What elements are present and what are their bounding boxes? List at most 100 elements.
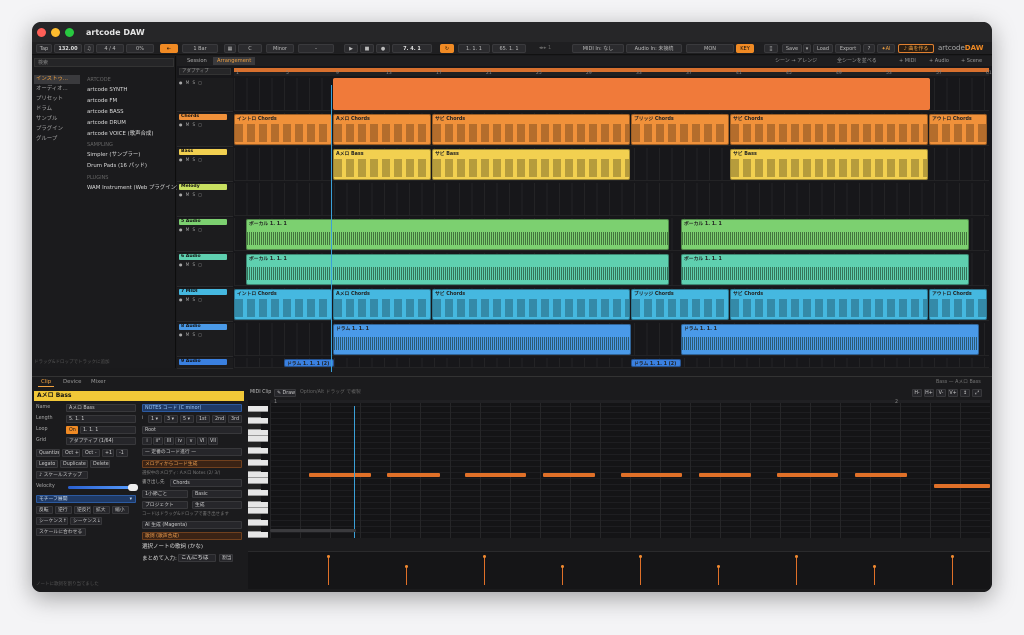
ai-generate-select[interactable]: AI 生成 (Magenta) (142, 521, 242, 529)
browser-item[interactable]: artcode VOICE (歌声合成) (87, 129, 153, 139)
piano-roll[interactable]: 1 2 (248, 400, 990, 538)
bpm-field[interactable]: 132.00 (54, 44, 82, 53)
key-root-select[interactable]: C (238, 44, 262, 53)
duplicate-button[interactable]: Duplicate (60, 460, 88, 468)
loop-icon[interactable]: ↻ (440, 44, 454, 53)
arrangement-clip[interactable]: ドラム 1. 1. 1 (2) (284, 359, 334, 367)
track-controls[interactable]: ● M S ▢ (179, 227, 203, 232)
track-lane[interactable]: ドラム 1. 1. 1 (2) ドラム 1. 1. 1 (2) (234, 358, 989, 368)
scale-snap-button[interactable]: ♪ スケールスナップ (36, 471, 88, 479)
midi-in-select[interactable]: MIDI In: なし (572, 44, 624, 53)
time-signature[interactable]: 4 / 4 (96, 44, 124, 53)
plus1-button[interactable]: +1 (102, 449, 114, 457)
midi-note[interactable] (387, 473, 440, 477)
zoom-button[interactable]: V- (936, 389, 946, 397)
arrangement-clip[interactable]: イントロ Chords (234, 114, 332, 145)
track-name[interactable]: 8 Audio (179, 324, 227, 330)
degree-3-select[interactable]: 3 ▾ (164, 415, 178, 423)
inversion-2nd-button[interactable]: 2nd (212, 415, 226, 423)
chord-degree-button[interactable]: v (186, 437, 196, 445)
track-header[interactable]: ● M S ▢ (177, 78, 233, 112)
track-lane[interactable]: Aメロ Bass サビ Bass サビ Bass (234, 148, 989, 181)
zoom-button[interactable]: H- (912, 389, 922, 397)
track-header[interactable]: Chords ● M S ▢ (177, 113, 233, 147)
midi-note[interactable] (934, 484, 990, 488)
browser-category[interactable]: プラグイン (34, 125, 80, 134)
add-scene-button[interactable]: + Scene (961, 57, 982, 65)
sequence-down-button[interactable]: シーケンス↓ (70, 517, 102, 525)
browser-item[interactable]: artcode BASS (87, 107, 124, 117)
track-controls[interactable]: ● M S ▢ (179, 122, 203, 127)
browser-item[interactable]: artcode FM (87, 96, 117, 106)
track-name[interactable]: 9 Audio (179, 359, 227, 365)
lyrics-apply-button[interactable]: 割当 (219, 554, 233, 562)
roll-scrollbar[interactable] (270, 529, 356, 532)
track-name[interactable]: Bass (179, 149, 227, 155)
track-name[interactable]: Chords (179, 114, 227, 120)
zoom-button[interactable]: ↕ (960, 389, 970, 397)
browser-category[interactable]: インストゥ... (34, 75, 80, 84)
delete-button[interactable]: Delete (90, 460, 110, 468)
follow-icon[interactable]: ⇤ (160, 44, 178, 53)
track-header[interactable]: 7 MIDI ● M S ▢ (177, 288, 233, 322)
velocity-bar[interactable] (717, 565, 720, 585)
chord-degree-button[interactable]: i (142, 437, 152, 445)
track-name[interactable]: 5 Audio (179, 219, 227, 225)
tab-session[interactable]: Session (183, 57, 211, 65)
key-button[interactable]: KEY (736, 44, 754, 53)
track-name[interactable]: Melody (179, 184, 227, 190)
arrangement-clip[interactable]: サビ Bass (730, 149, 928, 180)
piano-key[interactable] (248, 532, 268, 538)
note-grid[interactable] (270, 400, 990, 538)
inversion-3rd-button[interactable]: 3rd (228, 415, 242, 423)
tab-device[interactable]: Device (60, 378, 84, 387)
arrangement-clip[interactable]: ボーカル 1. 1. 1 (246, 219, 669, 250)
velocity-bar[interactable] (795, 555, 798, 585)
load-button[interactable]: Load (813, 44, 833, 53)
midi-note[interactable] (855, 473, 907, 477)
mixer-icon[interactable]: ⣿ (764, 44, 778, 53)
save-button[interactable]: Save (782, 44, 802, 53)
project-select[interactable]: プロジェクト (142, 501, 188, 509)
arrangement-clip[interactable] (333, 78, 930, 110)
destination-select[interactable]: Chords (170, 479, 242, 487)
motif-transform-button[interactable]: 逆反行 (74, 506, 91, 514)
grid-select[interactable]: アダプティブ (1/64) (66, 437, 136, 445)
browser-item[interactable]: Simpler (サンプラー) (87, 150, 140, 160)
record-icon[interactable]: ● (376, 44, 390, 53)
monitor-button[interactable]: MON (686, 44, 734, 53)
arrangement-clip[interactable]: サビ Chords (730, 114, 928, 145)
velocity-slider-thumb[interactable] (128, 484, 138, 491)
nudge-icon[interactable]: ◂▸▸ 1 (530, 44, 560, 53)
preset-select[interactable]: – (298, 44, 334, 53)
tab-mixer[interactable]: Mixer (88, 378, 109, 387)
oct-down-button[interactable]: Oct - (82, 449, 100, 457)
arrangement-clip[interactable]: サビ Chords (730, 289, 928, 320)
track-controls[interactable]: ● M S ▢ (179, 332, 203, 337)
loop-region[interactable] (234, 68, 989, 72)
minimize-window-button[interactable] (51, 27, 60, 37)
timeline-ruler[interactable]: 1 5 9 13 17 21 25 29 33 37 41 45 49 53 57 61 (234, 68, 992, 76)
progression-select[interactable]: — 定番のコード進行 — (142, 448, 242, 456)
arrangement-clip[interactable]: Aメロ Bass (333, 149, 431, 180)
track-lane[interactable]: ボーカル 1. 1. 1 ボーカル 1. 1. 1 (234, 253, 989, 286)
oct-up-button[interactable]: Oct + (62, 449, 80, 457)
midi-note[interactable] (465, 473, 526, 477)
track-controls[interactable]: ● M S ▢ (179, 297, 203, 302)
zoom-button[interactable]: V+ (948, 389, 958, 397)
arrangement-clip[interactable]: ボーカル 1. 1. 1 (681, 219, 969, 250)
stop-icon[interactable]: ■ (360, 44, 374, 53)
velocity-bar[interactable] (483, 555, 486, 585)
style-select[interactable]: Basic (192, 490, 242, 498)
quantize-button[interactable]: Quantize (36, 449, 60, 457)
midi-note[interactable] (621, 473, 682, 477)
velocity-slider[interactable] (68, 484, 138, 491)
track-name[interactable]: 7 MIDI (179, 289, 227, 295)
chord-degree-button[interactable]: VII (208, 437, 218, 445)
compose-button[interactable]: ♪ 曲を作る (898, 44, 934, 53)
track-header[interactable]: 8 Audio ● M S ▢ (177, 323, 233, 357)
export-button[interactable]: Export (835, 44, 861, 53)
browser-item[interactable]: artcode SYNTH (87, 85, 127, 95)
browser-item[interactable]: Drum Pads (16 パッド) (87, 161, 147, 171)
metronome-icon[interactable]: ♫ (84, 44, 94, 53)
